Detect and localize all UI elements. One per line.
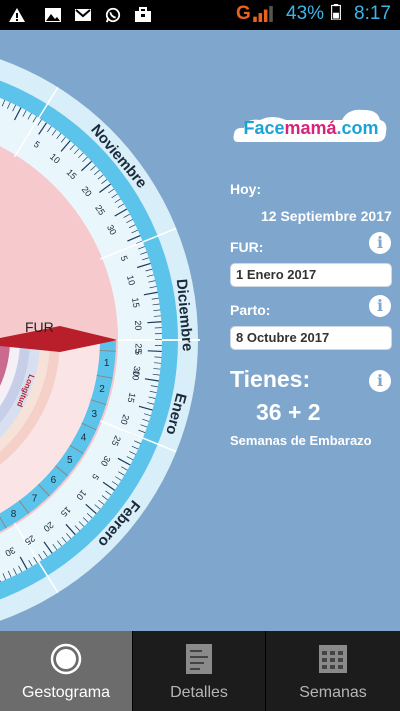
- brand-part-mama: mamá: [284, 118, 337, 138]
- week-number-label: 4: [81, 433, 87, 444]
- week-number-label: 3: [92, 409, 98, 420]
- gestational-age-value: 36 + 2: [256, 399, 321, 425]
- day-number-label: 5: [133, 350, 143, 356]
- tab-detalles-label: Detalles: [170, 684, 228, 701]
- tab-semanas-label: Semanas: [299, 684, 367, 701]
- clock-time: 8:17: [354, 3, 391, 24]
- hoy-value: 12 Septiembre 2017: [261, 208, 392, 224]
- day-number-label: 15: [130, 297, 141, 308]
- parto-date-field[interactable]: 8 Octubre 2017: [230, 326, 392, 350]
- brand-part-face: Face: [243, 118, 285, 138]
- network-type-label: G: [236, 3, 251, 24]
- tienes-label: Tienes:: [230, 366, 311, 392]
- gestogram-dial-icon: [50, 643, 82, 675]
- fur-label: FUR: [25, 319, 54, 335]
- fur-field-label: FUR:: [230, 239, 264, 255]
- warning-icon: [9, 8, 25, 22]
- briefcase-icon: [135, 7, 151, 22]
- main-content: Noviembre Diciembre Enero Febrero 5 10 15 20 25 3…: [0, 30, 400, 631]
- week-number-label: 8: [11, 509, 17, 520]
- tab-gestograma-label: Gestograma: [21, 684, 111, 701]
- week-number-label: 1: [104, 358, 110, 369]
- brand-part-com: .com: [336, 118, 379, 138]
- status-bar: G 43% 8:17: [0, 0, 400, 30]
- hoy-label: Hoy:: [230, 181, 262, 197]
- gmail-icon: [75, 9, 91, 21]
- tab-gestograma[interactable]: Gestograma: [0, 631, 133, 711]
- week-number-label: 5: [67, 455, 73, 466]
- bottom-navigation: Gestograma Detalles Semanas: [0, 631, 400, 711]
- image-icon: [45, 8, 61, 22]
- details-list-icon: [186, 644, 212, 674]
- fur-date-field[interactable]: 1 Enero 2017: [230, 263, 392, 287]
- tienes-info-icon[interactable]: i: [369, 370, 391, 392]
- calendar-grid-icon: [319, 645, 347, 673]
- day-number-label: 20: [133, 320, 144, 331]
- week-number-label: 2: [99, 384, 105, 395]
- info-panel: Facemamá.com Hoy: 12 Septiembre 2017 FUR…: [230, 30, 400, 631]
- tab-semanas[interactable]: Semanas: [266, 631, 400, 711]
- brand-logo-text: Facemamá.com: [234, 118, 388, 139]
- semanas-embarazo-label: Semanas de Embarazo: [230, 433, 372, 448]
- parto-info-icon[interactable]: i: [369, 295, 391, 317]
- parto-label: Parto:: [230, 302, 271, 318]
- day-number-label: 10: [130, 370, 141, 381]
- tab-detalles[interactable]: Detalles: [133, 631, 266, 711]
- battery-percent: 43%: [286, 3, 325, 24]
- battery-icon: [331, 4, 341, 20]
- week-number-label: 7: [32, 493, 38, 504]
- whatsapp-icon: [105, 7, 121, 23]
- signal-strength-icon: [253, 6, 273, 22]
- week-number-label: 6: [51, 475, 57, 486]
- fur-info-icon[interactable]: i: [369, 232, 391, 254]
- gestogram-wheel[interactable]: NoviembreDiciembreEneroFebrero5101520253…: [0, 30, 230, 631]
